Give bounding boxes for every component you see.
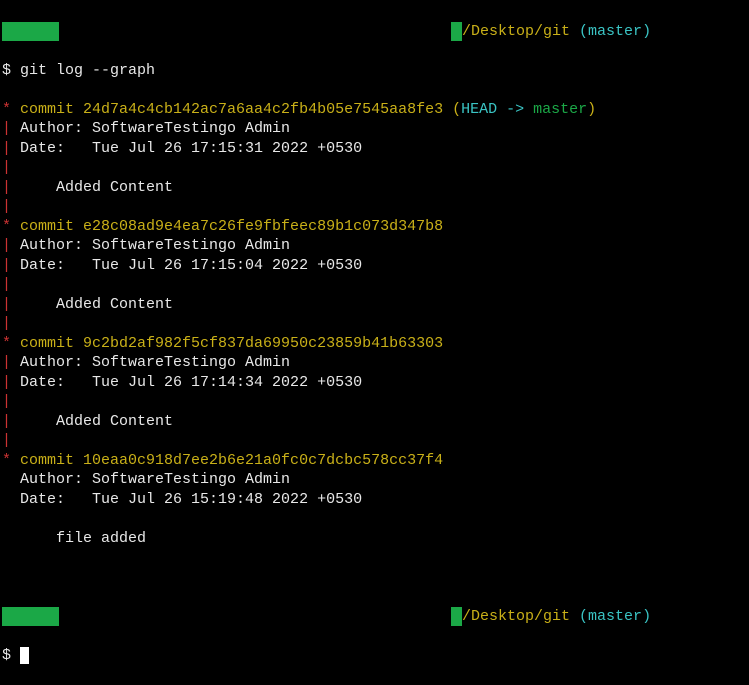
prompt-bar-redacted-2	[61, 609, 449, 624]
branch-close-2: )	[642, 607, 651, 627]
date-line: | Date: Tue Jul 26 17:15:31 2022 +0530	[2, 139, 747, 159]
prompt-line-2: /Desktop/git (master)	[2, 607, 747, 627]
command-line: $ git log --graph	[2, 61, 747, 81]
message-line: | Added Content	[2, 295, 747, 315]
branch-name: master	[588, 22, 642, 42]
author-line: | Author: SoftwareTestingo Admin	[2, 353, 747, 373]
commit-line: * commit 9c2bd2af982f5cf837da69950c23859…	[2, 334, 747, 354]
terminal-output[interactable]: /Desktop/git (master) $ git log --graph …	[2, 2, 747, 685]
blank-line	[2, 509, 747, 529]
cursor	[20, 647, 29, 664]
prompt-bar-green-end-2	[451, 607, 462, 626]
prompt-bar-green-end	[451, 22, 462, 41]
author-line: | Author: SoftwareTestingo Admin	[2, 119, 747, 139]
date-line: Date: Tue Jul 26 15:19:48 2022 +0530	[2, 490, 747, 510]
author-line: Author: SoftwareTestingo Admin	[2, 470, 747, 490]
dollar-sign: $	[2, 62, 11, 79]
prompt-line-1: /Desktop/git (master)	[2, 22, 747, 42]
branch-open: (	[570, 22, 588, 42]
message-line: | Added Content	[2, 412, 747, 432]
command: git log --graph	[20, 62, 155, 79]
blank-line: |	[2, 275, 747, 295]
dollar-sign-2: $	[2, 647, 11, 664]
path-text-2: /Desktop/git	[462, 607, 570, 627]
branch-close: )	[642, 22, 651, 42]
prompt-bar-green	[2, 22, 59, 41]
path-text: /Desktop/git	[462, 22, 570, 42]
prompt-bar-redacted	[61, 24, 449, 39]
blank-line: |	[2, 392, 747, 412]
date-line: | Date: Tue Jul 26 17:14:34 2022 +0530	[2, 373, 747, 393]
git-log-output: * commit 24d7a4c4cb142ac7a6aa4c2fb4b05e7…	[2, 100, 747, 549]
commit-line: * commit 24d7a4c4cb142ac7a6aa4c2fb4b05e7…	[2, 100, 747, 120]
blank-line: |	[2, 158, 747, 178]
blank-line: |	[2, 197, 747, 217]
prompt-bar-green-2	[2, 607, 59, 626]
message-line: file added	[2, 529, 747, 549]
branch-open-2: (	[570, 607, 588, 627]
blank-line: |	[2, 314, 747, 334]
branch-name-2: master	[588, 607, 642, 627]
date-line: | Date: Tue Jul 26 17:15:04 2022 +0530	[2, 256, 747, 276]
cursor-line[interactable]: $	[2, 646, 747, 666]
commit-line: * commit e28c08ad9e4ea7c26fe9fbfeec89b1c…	[2, 217, 747, 237]
message-line: | Added Content	[2, 178, 747, 198]
commit-line: * commit 10eaa0c918d7ee2b6e21a0fc0c7dcbc…	[2, 451, 747, 471]
blank-line: |	[2, 431, 747, 451]
author-line: | Author: SoftwareTestingo Admin	[2, 236, 747, 256]
blank-line	[2, 568, 747, 588]
command-text	[11, 62, 20, 79]
